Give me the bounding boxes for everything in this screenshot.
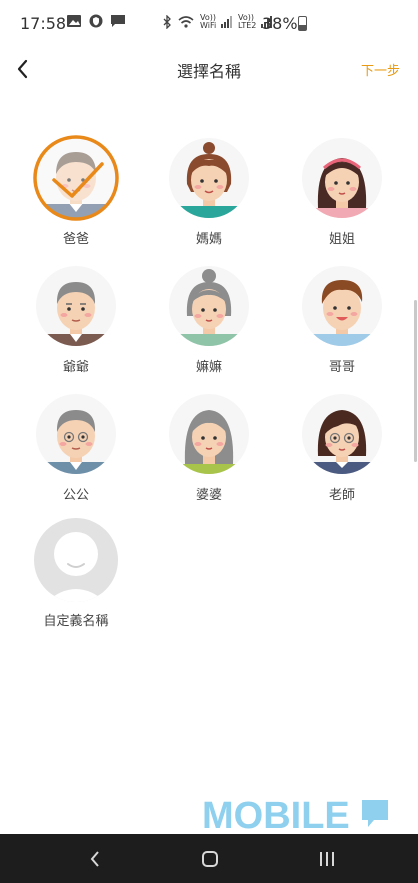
avatar-label: 婆婆 — [195, 488, 222, 503]
home-icon — [202, 851, 218, 867]
shield-icon — [89, 14, 103, 28]
status-time: 17:58 — [20, 14, 67, 33]
image-icon — [67, 15, 81, 27]
message-icon — [111, 15, 125, 27]
recents-icon — [320, 852, 334, 866]
grandma-avatar-icon — [169, 266, 249, 346]
watermark-icon: MOBILE — [202, 795, 388, 837]
battery-percent: 38% — [262, 14, 298, 33]
sister-avatar-icon — [302, 138, 382, 218]
next-button[interactable]: 下一步 — [361, 60, 400, 79]
avatar-label: 爺爺 — [62, 360, 89, 375]
placeholder-avatar-icon — [34, 518, 118, 602]
selected-ring — [33, 135, 119, 221]
mom-avatar-icon — [169, 138, 249, 218]
grandma-long-hair-avatar-icon — [169, 394, 249, 474]
avatar-label: 自定義名稱 — [43, 614, 109, 629]
status-bar: 17:58 Vo)) WiFi Vo)) LTE2 38% — [0, 0, 418, 50]
avatar-item-teacher[interactable]: 老師 — [287, 390, 397, 503]
wifi-call-label: Vo)) WiFi — [200, 13, 217, 30]
wifi-icon — [178, 16, 194, 28]
grandpa-glasses-avatar-icon — [36, 394, 116, 474]
signal-icon — [221, 16, 232, 28]
avatar-label: 嫲嫲 — [195, 360, 222, 375]
grandpa-avatar-icon — [36, 266, 116, 346]
avatar-item-older-brother[interactable]: 哥哥 — [287, 262, 397, 375]
teacher-avatar-icon — [302, 394, 382, 474]
avatar-label: 公公 — [62, 488, 89, 503]
avatar-item-custom-name[interactable]: 自定義名稱 — [21, 516, 131, 629]
nav-recents-button[interactable] — [309, 846, 345, 872]
dad-avatar-icon — [33, 135, 119, 221]
avatar-item-older-sister[interactable]: 姐姐 — [287, 134, 397, 247]
avatar-item-grandpa-maternal[interactable]: 公公 — [21, 390, 131, 503]
system-icons: Vo)) WiFi Vo)) LTE2 — [162, 14, 272, 30]
back-icon — [90, 851, 99, 867]
avatar-item-grandma-paternal[interactable]: 嫲嫲 — [154, 262, 264, 375]
nav-home-button[interactable] — [192, 846, 228, 872]
avatar-item-dad[interactable]: 爸爸 — [21, 134, 131, 247]
page-title: 選擇名稱 — [176, 62, 241, 81]
avatar-item-mom[interactable]: 媽媽 — [154, 134, 264, 247]
avatar-label: 媽媽 — [195, 232, 222, 247]
avatar-label: 姐姐 — [328, 232, 355, 247]
watermark-logo: MOBILE — [202, 794, 394, 837]
avatar-label: 老師 — [328, 488, 355, 503]
notification-icons — [66, 14, 126, 28]
avatar-item-grandpa-paternal[interactable]: 爺爺 — [21, 262, 131, 375]
header: 選擇名稱 下一步 — [0, 50, 418, 90]
watermark-text: MOBILE — [202, 795, 350, 834]
lte-label: Vo)) LTE2 — [238, 13, 257, 30]
nav-back-button[interactable] — [78, 846, 114, 872]
avatar-item-grandma-maternal[interactable]: 婆婆 — [154, 390, 264, 503]
avatar-label: 爸爸 — [62, 232, 89, 247]
brother-avatar-icon — [302, 266, 382, 346]
scrollbar[interactable] — [414, 300, 417, 462]
bluetooth-icon — [163, 15, 171, 29]
navigation-bar — [0, 834, 418, 883]
battery-icon — [298, 16, 307, 31]
avatar-label: 哥哥 — [328, 360, 355, 375]
